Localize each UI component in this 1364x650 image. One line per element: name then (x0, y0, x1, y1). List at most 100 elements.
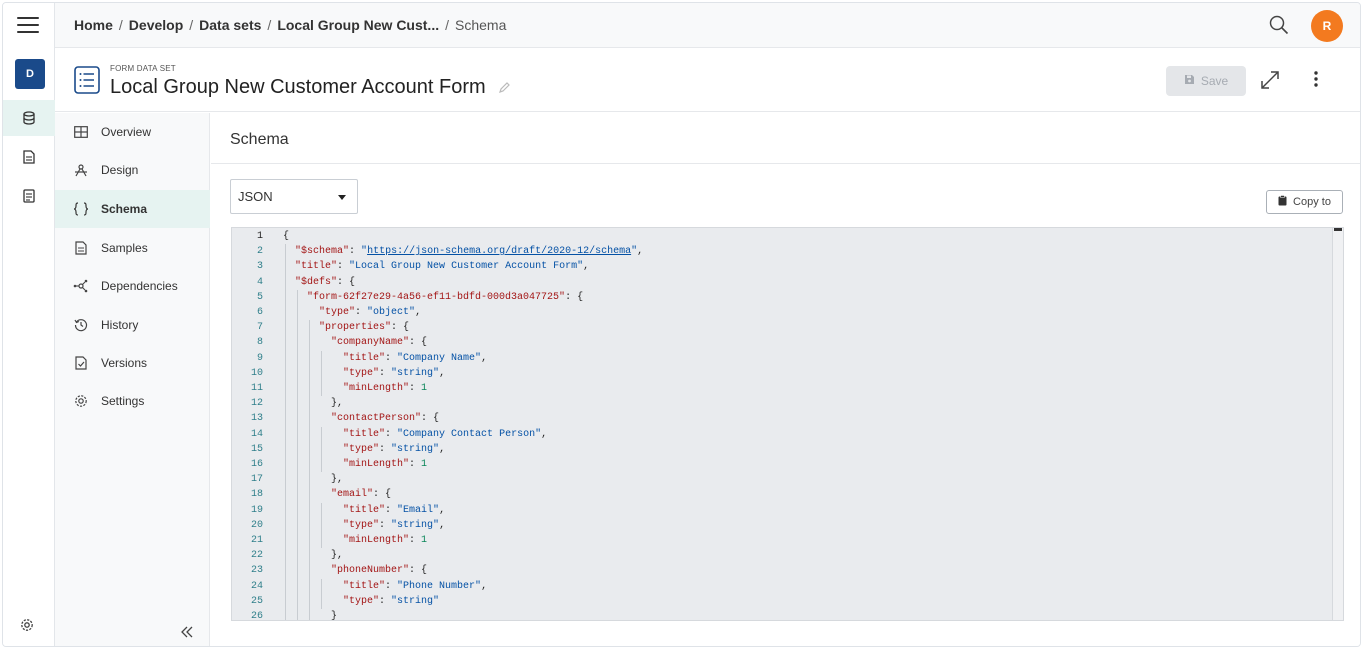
form-list-icon[interactable] (3, 178, 55, 214)
line-number: 2 (256, 246, 263, 258)
line-number: 8 (256, 337, 263, 349)
chevron-down-icon (338, 195, 346, 200)
code-line: "title": "Email", (343, 504, 446, 516)
line-number: 17 (250, 474, 263, 486)
nav-dependencies[interactable]: Dependencies (55, 267, 210, 305)
copy-to-button[interactable]: Copy to (1266, 190, 1343, 214)
save-button[interactable]: Save (1166, 66, 1246, 96)
line-number: 16 (250, 459, 263, 470)
breadcrumb-home[interactable]: Home (74, 17, 113, 33)
nav-label: Schema (101, 202, 148, 216)
line-number: 5 (256, 291, 263, 303)
collapse-sidebar-icon[interactable] (181, 625, 193, 643)
line-number: 1 (256, 231, 263, 242)
code-line: "title": "Local Group New Customer Accou… (295, 261, 590, 273)
nav-label: Settings (101, 394, 145, 408)
nav-label: Dependencies (101, 279, 178, 293)
menu-icon[interactable] (17, 17, 39, 35)
code-editor[interactable]: 1 {2 "$schema": "https://json-schema.org/… (231, 227, 1344, 621)
breadcrumb-dataset[interactable]: Local Group New Cust... (277, 17, 439, 33)
breadcrumb-data-sets[interactable]: Data sets (199, 17, 261, 33)
line-number: 25 (250, 595, 263, 607)
line-number: 10 (250, 367, 263, 379)
code-line: "type": "object", (319, 307, 422, 318)
line-number: 23 (250, 565, 263, 577)
network-icon (73, 278, 89, 294)
line-number: 21 (250, 535, 263, 546)
nav-label: Design (101, 163, 139, 177)
line-number: 11 (250, 383, 263, 394)
code-line: "minLength": 1 (343, 459, 428, 470)
line-number: 18 (250, 489, 263, 501)
more-options-icon[interactable] (1313, 69, 1319, 94)
nav-history[interactable]: History (55, 306, 210, 344)
line-number: 22 (250, 550, 263, 562)
history-icon (73, 317, 89, 333)
code-line: "email": { (331, 489, 392, 501)
line-number: 9 (256, 352, 263, 364)
format-select-value: JSON (238, 189, 273, 204)
breadcrumb-separator: / (118, 17, 123, 33)
nav-samples[interactable]: Samples (55, 229, 210, 267)
edit-pencil-icon[interactable] (498, 81, 510, 99)
form-type-label: FORM DATA SET (110, 64, 176, 73)
code-line: { (283, 231, 290, 242)
code-line: "type": "string", (343, 367, 446, 379)
search-icon[interactable] (1269, 15, 1289, 40)
top-bar: Home / Develop / Data sets / Local Group New C… (55, 3, 1360, 48)
breadcrumb-separator: / (445, 17, 449, 33)
code-line: "minLength": 1 (343, 383, 428, 394)
grid-icon (73, 124, 89, 140)
left-rail: D (3, 3, 55, 646)
nav-design[interactable]: Design (55, 151, 210, 189)
nav-schema[interactable]: Schema (55, 190, 210, 228)
nav-label: Samples (101, 241, 148, 255)
editor-scrollbar[interactable] (1332, 228, 1343, 620)
save-disk-icon (1184, 74, 1195, 88)
breadcrumb-develop[interactable]: Develop (129, 17, 183, 33)
document-icon (73, 240, 89, 256)
line-number: 3 (256, 261, 263, 273)
code-line: "companyName": { (331, 337, 428, 349)
nav-label: Overview (101, 125, 152, 139)
workspace-avatar[interactable]: D (15, 59, 45, 89)
app-window: D Home / Develop / Data sets / Local Group New… (2, 2, 1361, 647)
breadcrumb-separator: / (267, 17, 272, 33)
settings-gear-icon[interactable] (20, 618, 34, 637)
line-number: 20 (250, 519, 263, 531)
line-number: 19 (250, 504, 263, 516)
form-list-icon (74, 66, 100, 94)
nav-overview[interactable]: Overview (55, 113, 210, 151)
line-number: 15 (250, 443, 263, 455)
code-line: }, (283, 398, 344, 410)
line-number: 4 (256, 276, 263, 288)
section-title: Schema (211, 113, 1360, 164)
code-line: "type": "string" (343, 595, 440, 607)
line-number: 14 (250, 428, 263, 440)
format-select[interactable]: JSON (230, 179, 358, 214)
code-line: } (283, 611, 338, 621)
document-icon[interactable] (3, 139, 55, 175)
line-number: 26 (250, 611, 263, 621)
section-sidebar: Overview Design Schema Samples Dependenc… (55, 113, 210, 646)
line-number: 13 (250, 413, 263, 425)
nav-versions[interactable]: Versions (55, 344, 210, 382)
nav-label: Versions (101, 356, 148, 370)
breadcrumb-separator: / (189, 17, 194, 33)
line-number: 24 (250, 580, 263, 592)
database-icon[interactable] (3, 100, 55, 136)
code-line: "form-62f27e29-4a56-ef11-bdfd-000d3a0477… (307, 291, 584, 303)
code-line: "contactPerson": { (331, 413, 440, 425)
clipboard-icon (1278, 195, 1287, 209)
line-number: 6 (256, 307, 263, 318)
breadcrumb-current: Schema (455, 17, 507, 33)
code-line: "phoneNumber": { (331, 565, 428, 577)
gear-icon (73, 393, 89, 409)
page-header: FORM DATA SET Local Group New Customer A… (55, 49, 1360, 112)
nav-label: History (101, 318, 139, 332)
code-line: "type": "string", (343, 519, 446, 531)
user-avatar[interactable]: R (1311, 10, 1343, 42)
nav-settings[interactable]: Settings (55, 382, 210, 420)
code-line: "$schema": "https://json-schema.org/draf… (295, 246, 644, 258)
expand-icon[interactable] (1259, 69, 1281, 96)
